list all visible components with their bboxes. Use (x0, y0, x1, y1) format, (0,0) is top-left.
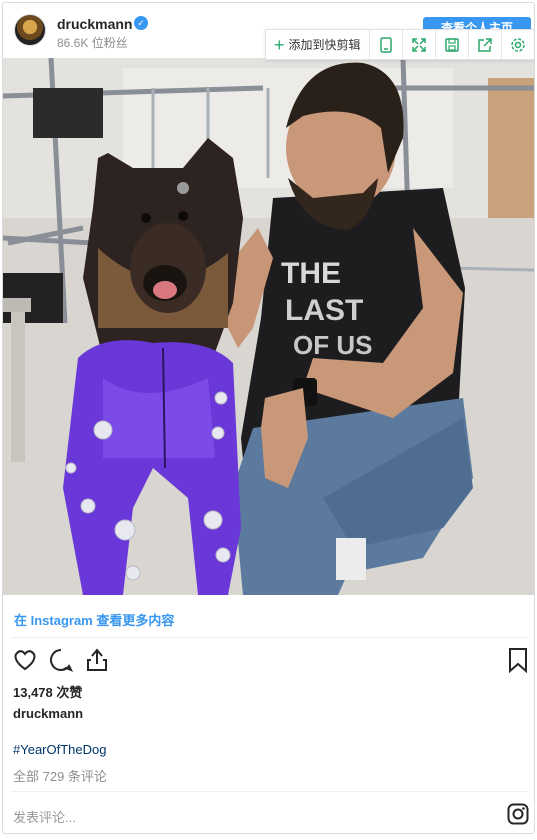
follower-count: 86.6K 位粉丝 (57, 36, 128, 50)
svg-text:THE: THE (281, 257, 341, 290)
svg-text:OF US: OF US (293, 330, 372, 360)
username[interactable]: druckmann (57, 16, 132, 32)
divider (11, 637, 528, 638)
post-photo[interactable]: THE LAST OF US (3, 58, 534, 595)
expand-icon[interactable] (403, 30, 436, 59)
settings-icon[interactable] (502, 30, 534, 59)
comment-input[interactable]: 发表评论... (13, 807, 76, 826)
phone-icon[interactable] (370, 30, 403, 59)
avatar[interactable] (14, 14, 46, 46)
share-icon[interactable] (469, 30, 502, 59)
caption-username[interactable]: druckmann (13, 706, 83, 721)
like-count[interactable]: 13,478 次赞 (13, 682, 82, 701)
add-to-quick-clip-button[interactable]: + 添加到快剪辑 (266, 30, 370, 59)
save-icon[interactable] (436, 30, 469, 59)
hashtag-link[interactable]: #YearOfTheDog (13, 742, 106, 757)
instagram-logo-icon[interactable] (507, 803, 529, 825)
share-upload-icon[interactable] (84, 647, 112, 675)
verified-badge-icon: ✓ (134, 16, 148, 30)
add-to-quick-clip-label: 添加到快剪辑 (288, 38, 361, 52)
view-all-comments-link[interactable]: 全部 729 条评论 (13, 766, 107, 785)
bookmark-icon[interactable] (506, 647, 534, 675)
divider (11, 791, 528, 792)
instagram-embed-card: druckmann ✓ 86.6K 位粉丝 查看个人主页 THE LAST OF… (2, 2, 535, 834)
quick-clip-toolbar: + 添加到快剪辑 (265, 29, 534, 60)
view-more-on-instagram-link[interactable]: 在 Instagram 查看更多内容 (14, 610, 174, 629)
post-actions (3, 647, 534, 679)
plus-icon: + (274, 34, 285, 55)
svg-text:LAST: LAST (285, 294, 363, 327)
like-heart-icon[interactable] (12, 647, 40, 675)
comment-bubble-icon[interactable] (48, 647, 76, 675)
